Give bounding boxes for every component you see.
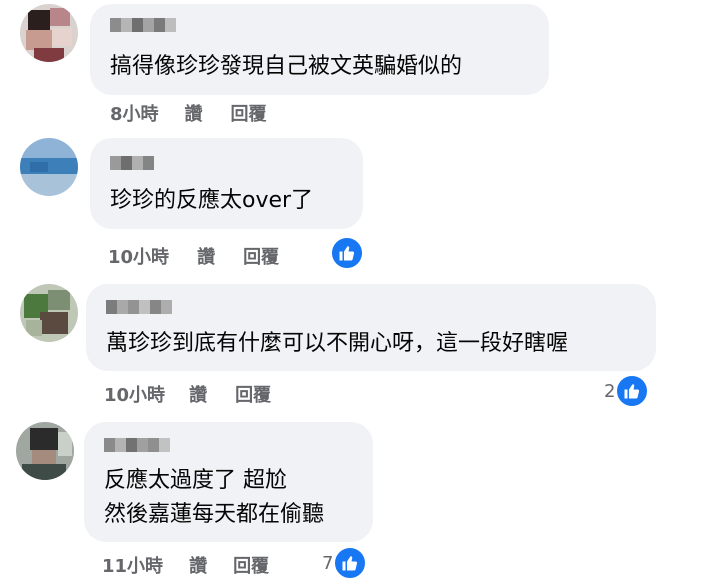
reaction-summary[interactable]: 2 xyxy=(604,374,650,408)
comment-timestamp[interactable]: 10小時 xyxy=(104,381,165,407)
comment-meta: 10小時 讚 回覆 xyxy=(104,381,271,407)
like-button[interactable]: 讚 xyxy=(185,100,203,126)
avatar[interactable] xyxy=(16,422,74,480)
comment-text: 萬珍珍到底有什麼可以不開心呀，這一段好瞎喔 xyxy=(106,331,569,356)
commenter-name[interactable] xyxy=(110,156,154,170)
reaction-count: 2 xyxy=(604,380,616,402)
thumbs-up-icon xyxy=(615,374,650,408)
reply-button[interactable]: 回覆 xyxy=(233,552,269,578)
comment-timestamp[interactable]: 8小時 xyxy=(110,100,159,126)
comment-text: 珍珍的反應太over了 xyxy=(110,188,314,213)
comment-timestamp[interactable]: 10小時 xyxy=(108,243,169,269)
reply-button[interactable]: 回覆 xyxy=(235,381,271,407)
like-button[interactable]: 讚 xyxy=(189,381,207,407)
thumbs-up-icon xyxy=(333,546,368,580)
comment-meta: 8小時 讚 回覆 xyxy=(110,100,267,126)
reply-button[interactable]: 回覆 xyxy=(231,100,267,126)
reaction-summary[interactable]: 7 xyxy=(322,546,368,580)
comment-text: 搞得像珍珍發現自己被文英騙婚似的 xyxy=(110,54,463,79)
commenter-name[interactable] xyxy=(110,18,176,32)
comment-timestamp[interactable]: 11小時 xyxy=(102,552,163,578)
like-button[interactable]: 讚 xyxy=(197,243,215,269)
commenter-name[interactable] xyxy=(106,300,172,314)
reaction-summary[interactable] xyxy=(330,236,364,270)
avatar[interactable] xyxy=(20,4,78,62)
reply-button[interactable]: 回覆 xyxy=(243,243,279,269)
avatar[interactable] xyxy=(20,138,78,196)
commenter-name[interactable] xyxy=(104,438,170,452)
comment-text-line-1: 反應太過度了 超尬 xyxy=(104,468,287,493)
thumbs-up-icon xyxy=(330,236,364,270)
avatar[interactable] xyxy=(20,284,78,342)
reaction-count: 7 xyxy=(322,552,334,574)
like-button[interactable]: 讚 xyxy=(189,552,207,578)
comment-text-line-2: 然後嘉蓮每天都在偷聽 xyxy=(104,502,325,527)
comment-meta: 11小時 讚 回覆 xyxy=(102,552,269,578)
comment-meta: 10小時 讚 回覆 xyxy=(108,243,279,269)
